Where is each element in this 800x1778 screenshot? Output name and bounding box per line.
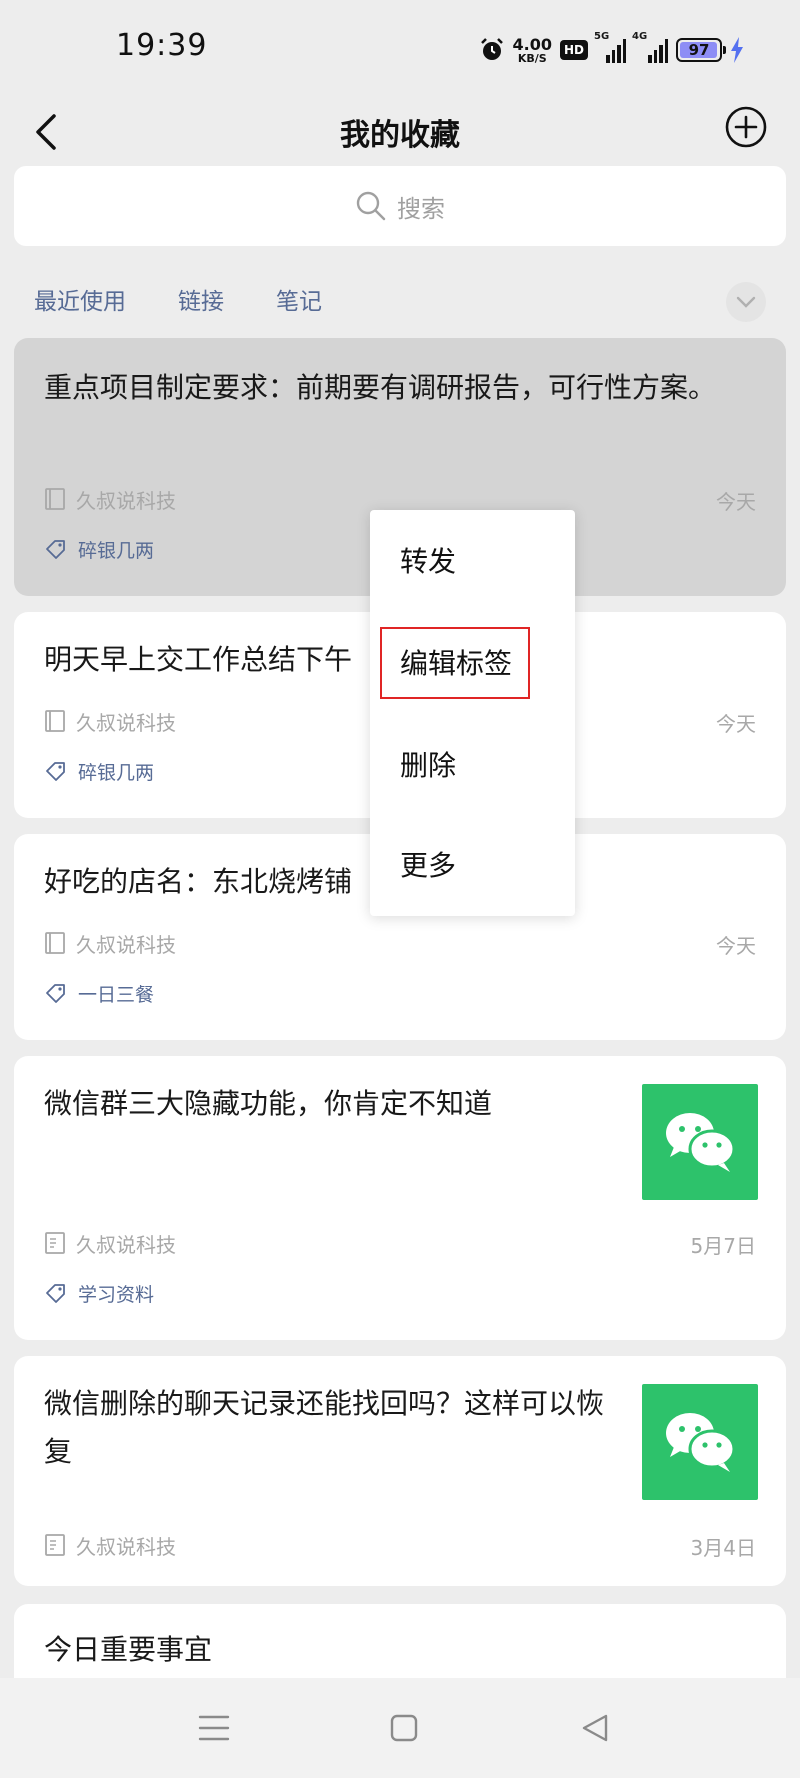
menu-item-forward[interactable]: 转发 [370,510,575,610]
favorite-item[interactable]: 微信群三大隐藏功能，你肯定不知道 久叔说科技 5月7日 学习资料 [14,1056,786,1340]
item-source-name: 久叔说科技 [76,1232,176,1257]
note-icon [45,488,65,510]
status-time: 19:39 [116,28,208,63]
search-icon [356,191,386,221]
item-source-name: 久叔说科技 [76,932,176,957]
menu-item-delete[interactable]: 删除 [370,714,575,814]
search-input[interactable]: 搜索 [14,166,786,246]
battery-icon: 97 [676,38,726,62]
tab-recent[interactable]: 最近使用 [34,282,126,322]
network-speed: 4.00 KB/S [512,34,552,65]
item-title: 微信删除的聊天记录还能找回吗？这样可以恢复 [44,1387,605,1468]
status-icons: 4.00 KB/S HD 5G 4G 97 [479,31,745,68]
item-title: 微信群三大隐藏功能，你肯定不知道 [44,1087,493,1120]
item-source: 久叔说科技 [44,484,176,514]
favorites-screen: 19:39 4.00 KB/S HD 5G 4G 97 我的收藏 搜索 最近使用… [0,0,800,1778]
hd-badge: HD [559,40,588,60]
tab-links[interactable]: 链接 [178,282,224,322]
item-source: 久叔说科技 [44,1530,176,1560]
item-tag: 一日三餐 [44,978,154,1008]
item-source: 久叔说科技 [44,1228,176,1258]
filter-tabs: 最近使用 链接 笔记 [34,282,374,322]
system-navigation-bar [0,1678,800,1778]
back-triangle-icon[interactable] [576,1708,616,1748]
nav-bar: 我的收藏 [0,92,800,176]
item-tag-label: 碎银几两 [78,761,155,784]
signal-4g-label: 4G [632,31,648,42]
expand-tabs-button[interactable] [726,282,766,322]
tab-notes[interactable]: 笔记 [276,282,322,322]
status-bar: 19:39 4.00 KB/S HD 5G 4G 97 [0,0,800,92]
article-icon [45,1534,65,1556]
search-placeholder: 搜索 [397,194,445,223]
favorite-item[interactable]: 微信删除的聊天记录还能找回吗？这样可以恢复 久叔说科技 3月4日 [14,1356,786,1586]
item-title: 重点项目制定要求：前期要有调研报告，可行性方案。 [44,371,717,404]
item-tag: 学习资料 [44,1278,154,1308]
page-title: 我的收藏 [340,118,460,153]
signal-5g-icon: 5G [594,31,626,63]
item-date: 今天 [716,490,756,514]
item-source: 久叔说科技 [44,928,176,958]
wechat-icon [666,1413,736,1472]
add-circle-icon[interactable] [724,105,768,149]
article-thumbnail [642,1384,758,1500]
menu-icon[interactable] [194,1708,234,1748]
signal-4g-icon: 4G [632,31,668,63]
item-title: 今日重要事宜 [44,1633,213,1666]
tag-icon [46,540,65,559]
item-tag-label: 学习资料 [78,1283,155,1306]
charging-icon [731,37,743,63]
battery-level: 97 [688,41,710,59]
tag-icon [46,984,65,1003]
note-icon [45,710,65,732]
item-date: 3月4日 [690,1536,756,1560]
item-source: 久叔说科技 [44,706,176,736]
article-thumbnail [642,1084,758,1200]
item-source-name: 久叔说科技 [76,488,176,513]
network-speed-unit: KB/S [517,51,547,65]
item-source-name: 久叔说科技 [76,1534,176,1559]
alarm-icon [480,38,503,60]
item-tag-label: 一日三餐 [78,983,155,1006]
highlight-annotation-box [380,627,530,699]
wechat-icon [666,1113,736,1172]
tag-icon [46,762,65,781]
home-icon[interactable] [384,1708,424,1748]
signal-5g-label: 5G [594,31,610,42]
item-tag-label: 碎银几两 [78,539,155,562]
item-source-name: 久叔说科技 [76,710,176,735]
chevron-down-icon [736,296,756,308]
item-date: 今天 [716,934,756,958]
item-date: 今天 [716,712,756,736]
item-date: 5月7日 [690,1234,756,1258]
article-icon [45,1232,65,1254]
context-menu: 转发 编辑标签 删除 更多 [370,510,575,916]
menu-item-more[interactable]: 更多 [370,814,575,914]
network-speed-value: 4.00 [512,34,552,54]
item-tag: 碎银几两 [44,534,154,564]
tag-icon [46,1284,65,1303]
note-icon [45,932,65,954]
item-tag: 碎银几两 [44,756,154,786]
